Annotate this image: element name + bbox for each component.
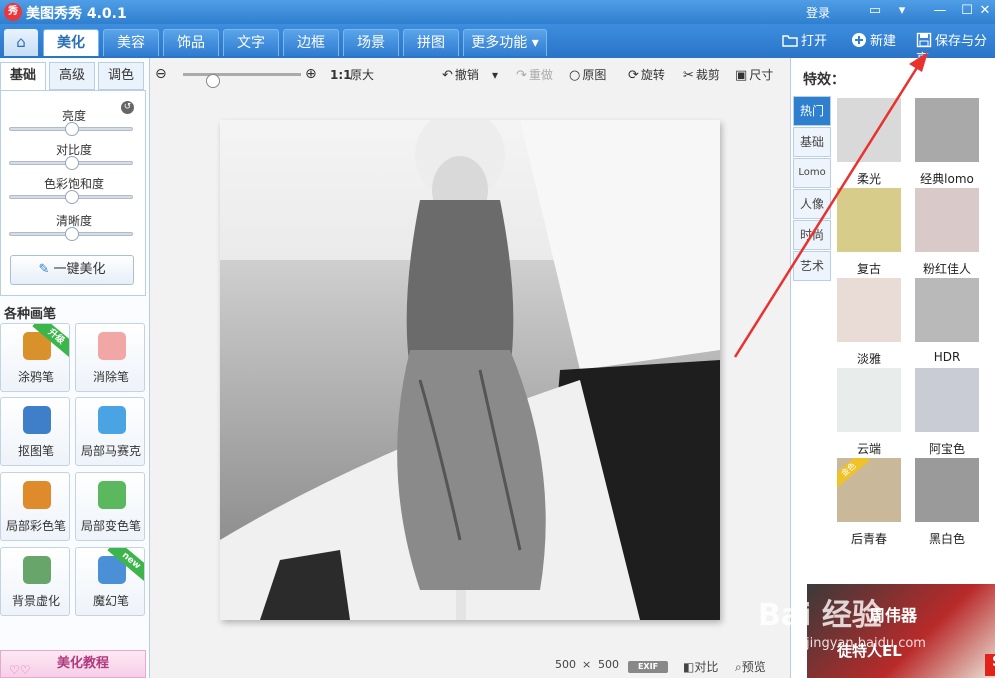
baidu-watermark-url: jingyan.baidu.com [806,636,926,651]
annotation-arrow [733,52,928,358]
baidu-watermark: Bai 经验 [758,598,882,633]
